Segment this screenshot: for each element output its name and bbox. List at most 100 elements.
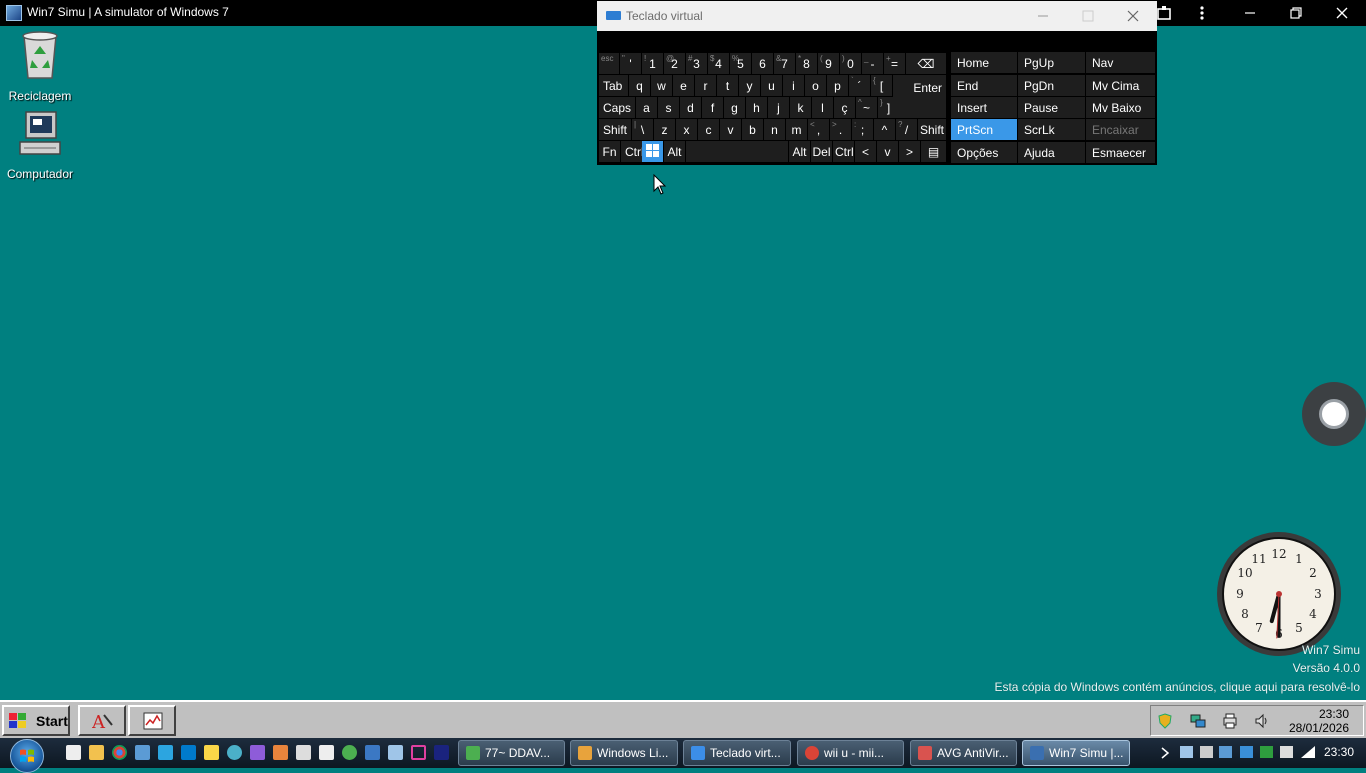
document-app-icon[interactable] — [388, 745, 403, 760]
key-g[interactable]: g — [724, 97, 745, 118]
key-home[interactable]: Home — [951, 52, 1017, 73]
key-c[interactable]: c — [698, 119, 719, 140]
globe-app-icon[interactable] — [227, 745, 242, 760]
key-nav[interactable]: Nav — [1086, 52, 1155, 73]
key-caps[interactable]: Caps — [599, 97, 635, 118]
key-e[interactable]: e — [673, 75, 694, 96]
key-n[interactable]: n — [764, 119, 785, 140]
key-move-down[interactable]: Mv Baixo — [1086, 97, 1155, 118]
key-w[interactable]: w — [651, 75, 672, 96]
key-c-cedilla[interactable]: ç — [834, 97, 855, 118]
key-arrow-right[interactable]: > — [899, 141, 920, 162]
key-comma[interactable]: <, — [808, 119, 829, 140]
osk-minimize-button[interactable] — [1020, 1, 1065, 31]
key-arrow-down[interactable]: v — [877, 141, 898, 162]
key-alt-right[interactable]: Alt — [789, 141, 810, 162]
key-move-up[interactable]: Mv Cima — [1086, 75, 1155, 96]
terminal-app-icon[interactable] — [434, 745, 449, 760]
key-t[interactable]: t — [717, 75, 738, 96]
key-equals[interactable]: + = — [884, 53, 905, 74]
desktop-icon-computer[interactable]: Computador — [0, 110, 80, 181]
orange-app-icon[interactable] — [273, 745, 288, 760]
key-options[interactable]: Opções — [951, 142, 1017, 163]
key-pause[interactable]: Pause — [1018, 97, 1085, 118]
green-app-icon[interactable] — [342, 745, 357, 760]
tray-power-icon[interactable] — [1280, 746, 1293, 758]
menu-kebab-icon[interactable] — [1182, 0, 1222, 26]
key-b[interactable]: b — [742, 119, 763, 140]
close-button[interactable] — [1322, 0, 1362, 26]
key-shift-left[interactable]: Shift — [599, 119, 631, 140]
pinned-app-1-icon[interactable] — [66, 745, 81, 760]
osk-close-button[interactable] — [1110, 1, 1155, 31]
key-end[interactable]: End — [951, 75, 1017, 96]
tray-clock[interactable]: 23:30 28/01/2026 — [1289, 707, 1349, 735]
taskbar-button-virtual-keyboard[interactable]: Teclado virt... — [683, 740, 791, 766]
key-scrlk[interactable]: ScrLk — [1018, 119, 1085, 140]
key-ctrl-right[interactable]: Ctrl — [833, 141, 854, 162]
virtual-keyboard-titlebar[interactable]: Teclado virtual — [597, 1, 1157, 31]
quick-launch-app-2[interactable] — [128, 705, 176, 736]
key-u[interactable]: u — [761, 75, 782, 96]
key-5[interactable]: % 5 — [730, 53, 751, 74]
key-tab[interactable]: Tab — [599, 75, 628, 96]
key-enter[interactable]: Enter — [893, 75, 946, 118]
desktop-icon-recycle-bin[interactable]: Reciclagem — [0, 30, 80, 103]
host-tray-clock[interactable]: 23:30 — [1324, 745, 1354, 759]
tray-network-icon[interactable] — [1240, 746, 1253, 758]
key-f[interactable]: f — [702, 97, 723, 118]
key-space[interactable] — [686, 141, 788, 162]
taskbar-button-windows-live[interactable]: Windows Li... — [570, 740, 678, 766]
key-pgdn[interactable]: PgDn — [1018, 75, 1085, 96]
key-9[interactable]: (9 — [818, 53, 839, 74]
key-8[interactable]: * 8 — [796, 53, 817, 74]
key-7[interactable]: & 7 — [774, 53, 795, 74]
key-3[interactable]: #3 — [686, 53, 707, 74]
pinned-app-2-icon[interactable] — [319, 745, 334, 760]
osk-maximize-button[interactable] — [1065, 1, 1110, 31]
start-button[interactable]: Start — [2, 705, 70, 736]
key-1[interactable]: ! 1 — [642, 53, 663, 74]
telegram-icon[interactable] — [158, 745, 173, 760]
printer-icon[interactable] — [1222, 713, 1238, 729]
key-i[interactable]: i — [783, 75, 804, 96]
virtual-keyboard-window[interactable]: Teclado virtual esc " ' ! 1 @2 #3 $4 % 5 6 … — [597, 1, 1157, 165]
key-6[interactable]: 6 — [752, 53, 773, 74]
key-tilde[interactable]: ^ ~ — [856, 97, 877, 118]
editor-app-icon[interactable] — [296, 745, 311, 760]
key-y[interactable]: y — [739, 75, 760, 96]
minimize-button[interactable] — [1230, 0, 1270, 26]
tray-keyboard-icon[interactable] — [1219, 746, 1232, 758]
key-prtscn[interactable]: PrtScn — [951, 119, 1017, 140]
key-alt-left[interactable]: Alt — [664, 141, 685, 162]
tray-battery-icon[interactable] — [1260, 746, 1273, 758]
tray-monitor-icon[interactable] — [1180, 746, 1193, 758]
triangle-app-icon[interactable] — [411, 745, 426, 760]
key-4[interactable]: $4 — [708, 53, 729, 74]
taskbar-button-wii-u[interactable]: wii u - mii... — [797, 740, 904, 766]
activation-notice-link[interactable]: Esta cópia do Windows contém anúncios, c… — [994, 680, 1360, 694]
key-dock[interactable]: Encaixar — [1086, 119, 1155, 140]
key-l[interactable]: l — [812, 97, 833, 118]
key-v[interactable]: v — [720, 119, 741, 140]
key-k[interactable]: k — [790, 97, 811, 118]
quick-launch-app-1[interactable]: A — [78, 705, 126, 736]
key-h[interactable]: h — [746, 97, 767, 118]
key-backslash[interactable]: | \ — [632, 119, 653, 140]
key-r[interactable]: r — [695, 75, 716, 96]
taskbar-button-avg[interactable]: AVG AntiVir... — [910, 740, 1017, 766]
key-0[interactable]: ) 0 — [840, 53, 861, 74]
blue-app-icon[interactable] — [365, 745, 380, 760]
purple-app-icon[interactable] — [250, 745, 265, 760]
wifi-icon[interactable] — [1300, 745, 1316, 759]
key-2[interactable]: @2 — [664, 53, 685, 74]
key-shift-right[interactable]: Shift — [918, 119, 946, 140]
key-ctrl-left[interactable]: Ctrl — [621, 141, 644, 162]
key-semicolon[interactable]: :; — [852, 119, 873, 140]
volume-icon[interactable] — [1254, 713, 1270, 729]
key-fade[interactable]: Esmaecer — [1086, 142, 1155, 163]
chrome-icon[interactable] — [112, 745, 127, 760]
key-p[interactable]: p — [827, 75, 848, 96]
notes-icon[interactable] — [204, 745, 219, 760]
key-arrow-left[interactable]: < — [855, 141, 876, 162]
